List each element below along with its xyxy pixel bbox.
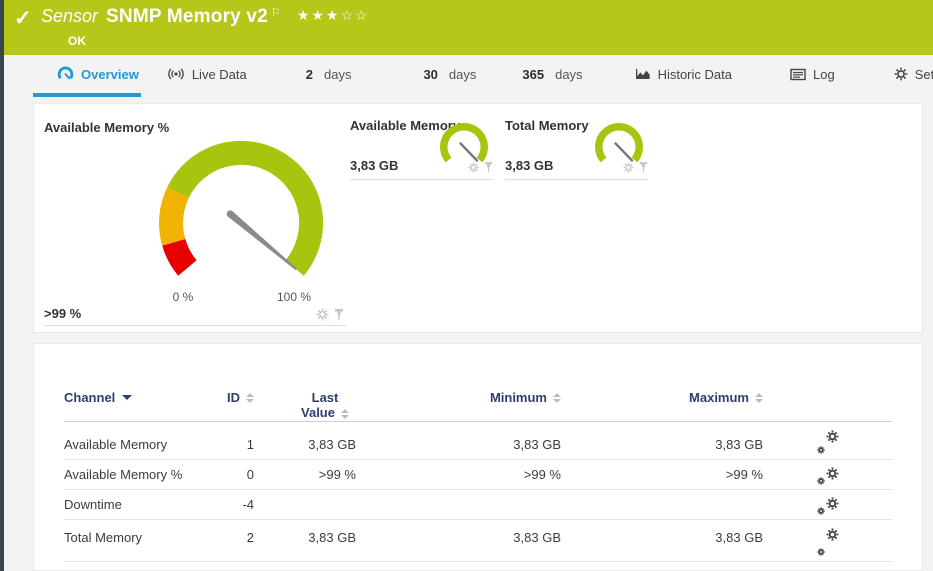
tab-365-days[interactable]: 365 days bbox=[520, 55, 584, 97]
channel-maximum: 3,83 GB bbox=[715, 520, 763, 561]
gauge-value: >99 % bbox=[44, 306, 81, 321]
gauge-max-label: 100 % bbox=[264, 290, 324, 304]
page-title: SNMP Memory v2 bbox=[106, 6, 268, 28]
gauge-tile-total-memory: Total Memory 3,83 GB bbox=[505, 116, 648, 180]
gauge-value: 3,83 GB bbox=[350, 158, 398, 173]
sort-active-desc-icon bbox=[122, 395, 132, 400]
channel-id: 1 bbox=[247, 422, 254, 459]
gauge-pin-icon[interactable] bbox=[334, 309, 344, 321]
gauge-value: 3,83 GB bbox=[505, 158, 553, 173]
channel-last-value: 3,83 GB bbox=[308, 422, 356, 459]
live-data-icon bbox=[167, 66, 185, 82]
channel-name[interactable]: Total Memory bbox=[64, 520, 194, 561]
tab-2-days-number: 2 bbox=[306, 67, 313, 82]
tab-365-days-number: 365 bbox=[522, 67, 544, 82]
status-badge: OK bbox=[68, 34, 86, 48]
tab-live-data-label: Live Data bbox=[192, 67, 247, 82]
sort-icon bbox=[341, 409, 349, 419]
gauge-segment-yellow bbox=[159, 187, 189, 246]
channel-settings-icon[interactable] bbox=[817, 467, 839, 483]
priority-stars[interactable]: ★★★☆☆ bbox=[297, 7, 370, 24]
channel-id: 2 bbox=[247, 520, 254, 561]
channel-name[interactable]: Downtime bbox=[64, 490, 194, 519]
table-header-row: Channel ID Last Value Minimum Maximum bbox=[64, 344, 892, 422]
tab-live-data[interactable]: Live Data bbox=[165, 55, 249, 97]
gauge-title: Total Memory bbox=[505, 118, 589, 133]
primary-gauge-chart bbox=[156, 136, 332, 286]
tab-historic-data[interactable]: Historic Data bbox=[633, 55, 734, 97]
tab-30-days[interactable]: 30 days bbox=[421, 55, 478, 97]
sensor-status-bar: ✓ Sensor SNMP Memory v2 ⚐ ★★★☆☆ OK bbox=[4, 0, 933, 55]
column-header-last-value[interactable]: Last Value bbox=[294, 390, 356, 420]
channels-table-card: Channel ID Last Value Minimum Maximum Av… bbox=[33, 343, 923, 571]
tab-log[interactable]: Log bbox=[788, 55, 837, 97]
tab-365-days-unit: days bbox=[555, 67, 582, 82]
channel-settings-icon[interactable] bbox=[817, 497, 839, 513]
gauge-settings-gear-icon[interactable] bbox=[623, 162, 634, 173]
channel-name[interactable]: Available Memory bbox=[64, 422, 194, 459]
gauge-title: Available Memory % bbox=[44, 120, 169, 135]
gauge-tile-available-memory-pct: Available Memory % 0 % 100 % >99 % bbox=[44, 114, 346, 326]
status-ok-check-icon: ✓ bbox=[14, 6, 32, 31]
channel-id: 0 bbox=[247, 460, 254, 489]
channel-minimum: 3,83 GB bbox=[513, 520, 561, 561]
gauge-needle bbox=[228, 211, 297, 270]
channel-name[interactable]: Available Memory % bbox=[64, 460, 194, 489]
tab-2-days-unit: days bbox=[324, 67, 351, 82]
tab-bar: Overview Live Data 2 days 30 days 365 da… bbox=[4, 55, 933, 97]
gauge-icon bbox=[57, 66, 74, 82]
channel-settings-icon[interactable] bbox=[817, 528, 839, 554]
gauge-min-label: 0 % bbox=[153, 290, 213, 304]
table-row[interactable]: Available Memory % 0 >99 % >99 % >99 % bbox=[64, 460, 892, 490]
object-type-label: Sensor bbox=[41, 6, 98, 27]
channel-minimum: 3,83 GB bbox=[513, 422, 561, 459]
column-header-id[interactable]: ID bbox=[194, 390, 254, 405]
priority-flag-icon[interactable]: ⚐ bbox=[271, 6, 281, 19]
gauge-pin-icon[interactable] bbox=[639, 162, 648, 173]
table-row[interactable]: Available Memory 1 3,83 GB 3,83 GB 3,83 … bbox=[64, 422, 892, 460]
tab-log-label: Log bbox=[813, 67, 835, 82]
table-row[interactable]: Downtime -4 bbox=[64, 490, 892, 520]
gauge-pin-icon[interactable] bbox=[484, 162, 493, 173]
channel-maximum: >99 % bbox=[726, 460, 763, 489]
tab-30-days-unit: days bbox=[449, 67, 476, 82]
channel-settings-icon[interactable] bbox=[817, 430, 839, 452]
log-icon bbox=[790, 68, 806, 81]
gauge-segment-red bbox=[162, 239, 196, 276]
sort-icon bbox=[553, 393, 561, 403]
channel-last-value: >99 % bbox=[319, 460, 356, 489]
tab-30-days-number: 30 bbox=[423, 67, 437, 82]
column-header-minimum[interactable]: Minimum bbox=[356, 390, 561, 405]
tab-overview-label: Overview bbox=[81, 67, 139, 82]
table-row[interactable]: Total Memory 2 3,83 GB 3,83 GB 3,83 GB bbox=[64, 520, 892, 562]
channel-last-value: 3,83 GB bbox=[308, 520, 356, 561]
tab-settings-label: Settings bbox=[915, 67, 933, 82]
channels-table: Channel ID Last Value Minimum Maximum Av… bbox=[64, 344, 892, 562]
overview-gauges-card: Available Memory % 0 % 100 % >99 % Avail… bbox=[33, 103, 923, 333]
sort-icon bbox=[755, 393, 763, 403]
tab-settings[interactable]: Settings bbox=[892, 55, 933, 97]
tab-overview[interactable]: Overview bbox=[33, 55, 141, 97]
gauge-settings-gear-icon[interactable] bbox=[316, 308, 329, 321]
historic-data-icon bbox=[635, 67, 651, 81]
column-header-channel[interactable]: Channel bbox=[64, 390, 194, 405]
tab-historic-data-label: Historic Data bbox=[658, 67, 732, 82]
channel-id: -4 bbox=[242, 490, 254, 519]
tab-2-days[interactable]: 2 days bbox=[304, 55, 354, 97]
gauge-tile-available-memory: Available Memory 3,83 GB bbox=[350, 116, 493, 180]
column-header-maximum[interactable]: Maximum bbox=[561, 390, 763, 405]
channel-maximum: 3,83 GB bbox=[715, 422, 763, 459]
sort-icon bbox=[246, 393, 254, 403]
gauge-settings-gear-icon[interactable] bbox=[468, 162, 479, 173]
channel-minimum: >99 % bbox=[524, 460, 561, 489]
gear-icon bbox=[894, 67, 908, 81]
